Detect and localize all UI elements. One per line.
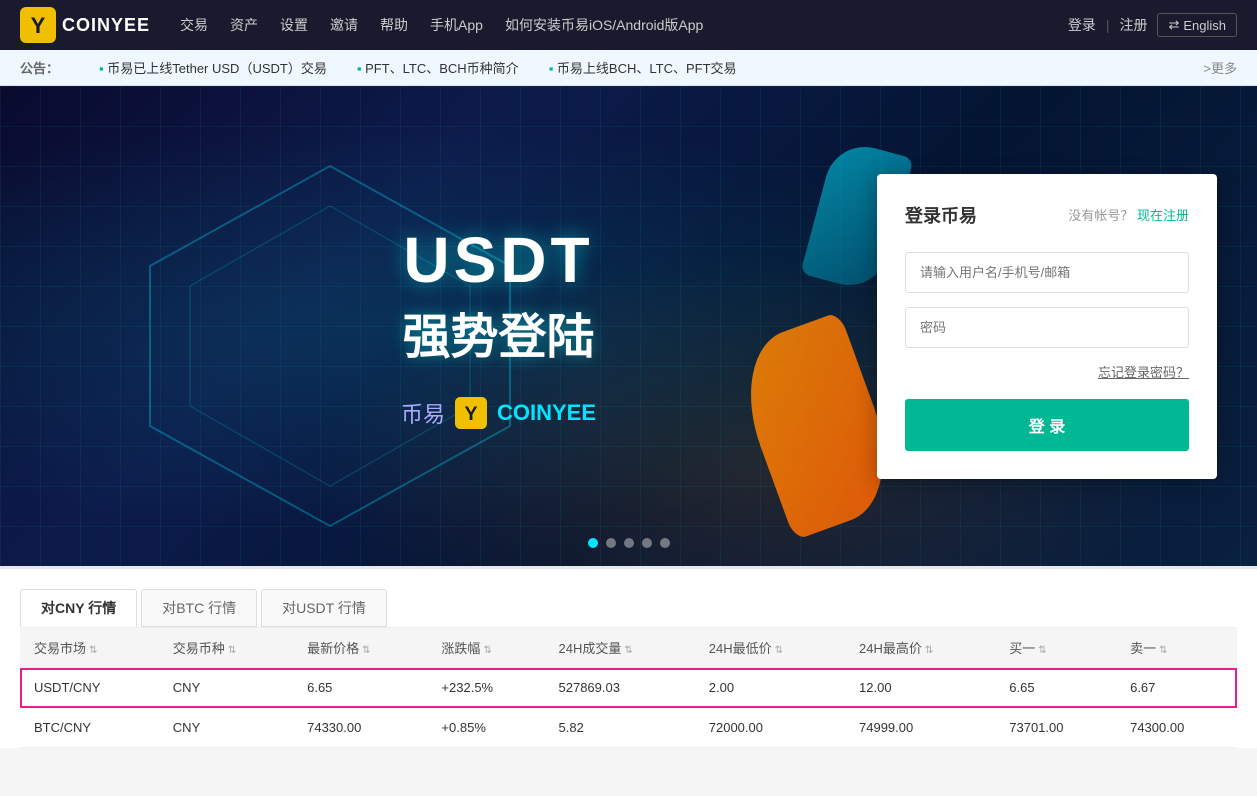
- col-currency: 交易币种⇅: [159, 628, 293, 668]
- hero-brand-name: COINYEE: [497, 400, 596, 426]
- cell-change-0: +232.5%: [427, 668, 544, 708]
- table-row[interactable]: BTC/CNY CNY 74330.00 +0.85% 5.82 72000.0…: [20, 708, 1237, 748]
- nav-right: 登录 | 注册 ⇄ English: [1068, 13, 1237, 37]
- nav-trade[interactable]: 交易: [180, 15, 208, 35]
- col-volume: 24H成交量⇅: [545, 628, 695, 668]
- announcement-item-0[interactable]: 币易已上线Tether USD（USDT）交易: [99, 58, 327, 77]
- cell-currency-0: CNY: [159, 668, 293, 708]
- register-now-link[interactable]: 现在注册: [1137, 208, 1189, 223]
- col-market: 交易市场⇅: [20, 628, 159, 668]
- cell-high-1: 74999.00: [845, 708, 995, 748]
- svg-text:Y: Y: [464, 403, 477, 425]
- col-price: 最新价格⇅: [293, 628, 427, 668]
- hero-text: USDT 强势登陆 币易 Y COINYEE: [40, 223, 877, 429]
- col-change: 涨跌幅⇅: [427, 628, 544, 668]
- language-switcher[interactable]: ⇄ English: [1157, 13, 1237, 37]
- cell-high-0: 12.00: [845, 668, 995, 708]
- hero-brand-prefix: 币易: [401, 397, 445, 429]
- market-table-body: USDT/CNY CNY 6.65 +232.5% 527869.03 2.00…: [20, 668, 1237, 748]
- table-header-row: 交易市场⇅ 交易币种⇅ 最新价格⇅ 涨跌幅⇅ 24H成交量⇅ 24H最低价⇅ 2…: [20, 628, 1237, 668]
- carousel-dot-0[interactable]: [588, 538, 598, 548]
- password-input[interactable]: [905, 307, 1189, 348]
- logo[interactable]: Y COINYEE: [20, 7, 150, 43]
- login-register-hint: 没有帐号？ 现在注册: [1068, 205, 1189, 224]
- carousel-dot-4[interactable]: [660, 538, 670, 548]
- market-section: 对CNY 行情 对BTC 行情 对USDT 行情 交易市场⇅ 交易币种⇅ 最新价…: [0, 566, 1257, 748]
- cell-market-0[interactable]: USDT/CNY: [20, 668, 159, 708]
- nav-install-app[interactable]: 如何安装币易iOS/Android版App: [505, 15, 703, 35]
- hero-content: USDT 强势登陆 币易 Y COINYEE 登录币易 没有帐号？ 现在注册: [0, 86, 1257, 566]
- table-row[interactable]: USDT/CNY CNY 6.65 +232.5% 527869.03 2.00…: [20, 668, 1237, 708]
- cell-sell-0: 6.67: [1116, 668, 1237, 708]
- nav-settings[interactable]: 设置: [280, 15, 308, 35]
- hero-brand: 币易 Y COINYEE: [401, 397, 596, 429]
- cell-market-1[interactable]: BTC/CNY: [20, 708, 159, 748]
- cell-price-1: 74330.00: [293, 708, 427, 748]
- market-table: 交易市场⇅ 交易币种⇅ 最新价格⇅ 涨跌幅⇅ 24H成交量⇅ 24H最低价⇅ 2…: [20, 627, 1237, 748]
- cell-price-0: 6.65: [293, 668, 427, 708]
- cell-buy-0: 6.65: [995, 668, 1116, 708]
- tab-btc[interactable]: 对BTC 行情: [141, 589, 257, 627]
- nav-login[interactable]: 登录: [1068, 15, 1096, 35]
- nav-links: 交易 资产 设置 邀请 帮助 手机App 如何安装币易iOS/Android版A…: [180, 15, 1068, 35]
- nav-register[interactable]: 注册: [1119, 15, 1147, 35]
- cell-buy-1: 73701.00: [995, 708, 1116, 748]
- login-header: 登录币易 没有帐号？ 现在注册: [905, 202, 1189, 228]
- cell-volume-1: 5.82: [545, 708, 695, 748]
- carousel-dots: [588, 538, 670, 548]
- cell-low-1: 72000.00: [695, 708, 845, 748]
- announcement-bar: 公告： 币易已上线Tether USD（USDT）交易 PFT、LTC、BCH币…: [0, 50, 1257, 86]
- login-title: 登录币易: [905, 202, 977, 228]
- svg-text:Y: Y: [31, 13, 46, 38]
- market-tabs: 对CNY 行情 对BTC 行情 对USDT 行情: [20, 589, 1237, 627]
- nav-invite[interactable]: 邀请: [330, 15, 358, 35]
- username-input[interactable]: [905, 252, 1189, 293]
- nav-assets[interactable]: 资产: [230, 15, 258, 35]
- cell-currency-1: CNY: [159, 708, 293, 748]
- cell-sell-1: 74300.00: [1116, 708, 1237, 748]
- cell-low-0: 2.00: [695, 668, 845, 708]
- login-card: 登录币易 没有帐号？ 现在注册 忘记登录密码？ 登 录: [877, 174, 1217, 479]
- col-low: 24H最低价⇅: [695, 628, 845, 668]
- col-high: 24H最高价⇅: [845, 628, 995, 668]
- hero-subtitle: 强势登陆: [402, 297, 594, 367]
- login-button[interactable]: 登 录: [905, 399, 1189, 451]
- col-buy: 买一⇅: [995, 628, 1116, 668]
- announcement-item-2[interactable]: 币易上线BCH、LTC、PFT交易: [549, 58, 737, 77]
- carousel-dot-1[interactable]: [606, 538, 616, 548]
- announcement-more[interactable]: >更多: [1203, 58, 1237, 77]
- nav-help[interactable]: 帮助: [380, 15, 408, 35]
- tab-cny[interactable]: 对CNY 行情: [20, 589, 137, 627]
- cell-volume-0: 527869.03: [545, 668, 695, 708]
- announcement-label: 公告：: [20, 58, 59, 77]
- announcement-item-1[interactable]: PFT、LTC、BCH币种简介: [357, 58, 519, 77]
- navbar: Y COINYEE 交易 资产 设置 邀请 帮助 手机App 如何安装币易iOS…: [0, 0, 1257, 50]
- lang-icon: ⇄: [1168, 17, 1179, 33]
- hero-banner: USDT 强势登陆 币易 Y COINYEE 登录币易 没有帐号？ 现在注册: [0, 86, 1257, 566]
- nav-divider: |: [1106, 17, 1110, 33]
- carousel-dot-3[interactable]: [642, 538, 652, 548]
- tab-usdt[interactable]: 对USDT 行情: [261, 589, 387, 627]
- lang-label: English: [1183, 18, 1226, 33]
- col-sell: 卖一⇅: [1116, 628, 1237, 668]
- nav-mobile-app[interactable]: 手机App: [430, 15, 483, 35]
- hero-brand-icon: Y: [455, 397, 487, 429]
- cell-change-1: +0.85%: [427, 708, 544, 748]
- logo-text: COINYEE: [62, 15, 150, 36]
- carousel-dot-2[interactable]: [624, 538, 634, 548]
- logo-icon: Y: [20, 7, 56, 43]
- forgot-password-link[interactable]: 忘记登录密码？: [905, 362, 1189, 381]
- hero-usdt-title: USDT: [403, 223, 593, 297]
